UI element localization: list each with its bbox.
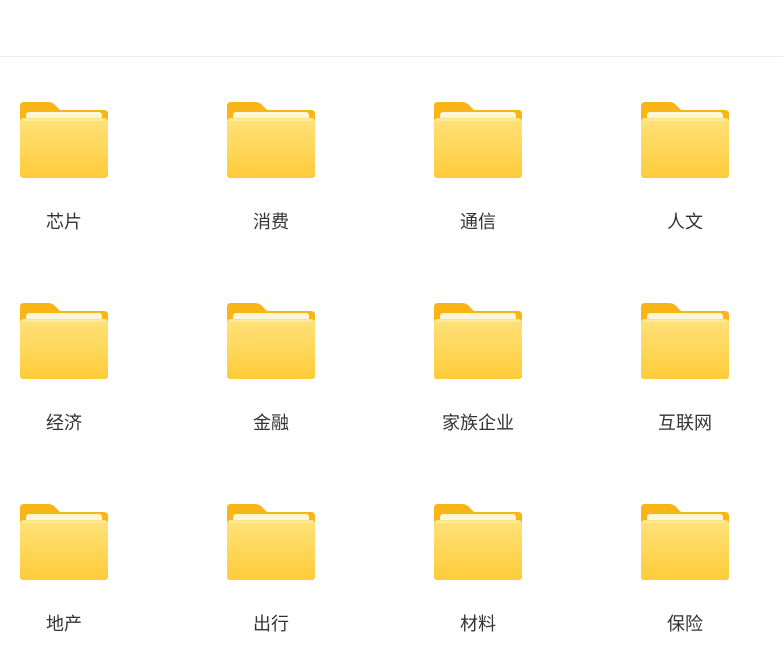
folder-icon — [227, 102, 315, 178]
folder-item[interactable]: 地产 — [0, 460, 134, 635]
folder-icon — [434, 504, 522, 580]
folder-icon — [434, 303, 522, 379]
folder-icon — [641, 504, 729, 580]
folder-icon — [641, 303, 729, 379]
folder-item[interactable]: 经济 — [0, 259, 134, 434]
folder-item[interactable]: 金融 — [201, 259, 341, 434]
folder-grid: 芯片 消费 通信 人文 经济 金融 家族企业 互联网 地产 出行 材料 保险 — [0, 58, 783, 660]
folder-item[interactable]: 出行 — [201, 460, 341, 635]
folder-label: 芯片 — [46, 212, 82, 233]
folder-item[interactable]: 家族企业 — [408, 259, 548, 434]
folder-label: 家族企业 — [442, 413, 514, 434]
folder-label: 通信 — [460, 212, 496, 233]
folder-item[interactable]: 消费 — [201, 58, 341, 233]
folder-icon — [227, 303, 315, 379]
folder-icon — [227, 504, 315, 580]
folder-icon — [20, 504, 108, 580]
folder-label: 金融 — [253, 413, 289, 434]
folder-icon — [20, 303, 108, 379]
folder-icon — [434, 102, 522, 178]
folder-icon — [641, 102, 729, 178]
folder-item[interactable]: 材料 — [408, 460, 548, 635]
folder-label: 经济 — [46, 413, 82, 434]
folder-label: 人文 — [667, 212, 703, 233]
folder-item[interactable]: 通信 — [408, 58, 548, 233]
folder-label: 材料 — [460, 614, 496, 635]
folder-label: 消费 — [253, 212, 289, 233]
folder-label: 地产 — [46, 614, 82, 635]
folder-item[interactable]: 芯片 — [0, 58, 134, 233]
folder-label: 互联网 — [658, 413, 712, 434]
folder-item[interactable]: 保险 — [615, 460, 755, 635]
top-bar — [0, 0, 783, 57]
folder-label: 出行 — [253, 614, 289, 635]
folder-item[interactable]: 互联网 — [615, 259, 755, 434]
folder-icon — [20, 102, 108, 178]
folder-item[interactable]: 人文 — [615, 58, 755, 233]
folder-label: 保险 — [667, 614, 703, 635]
